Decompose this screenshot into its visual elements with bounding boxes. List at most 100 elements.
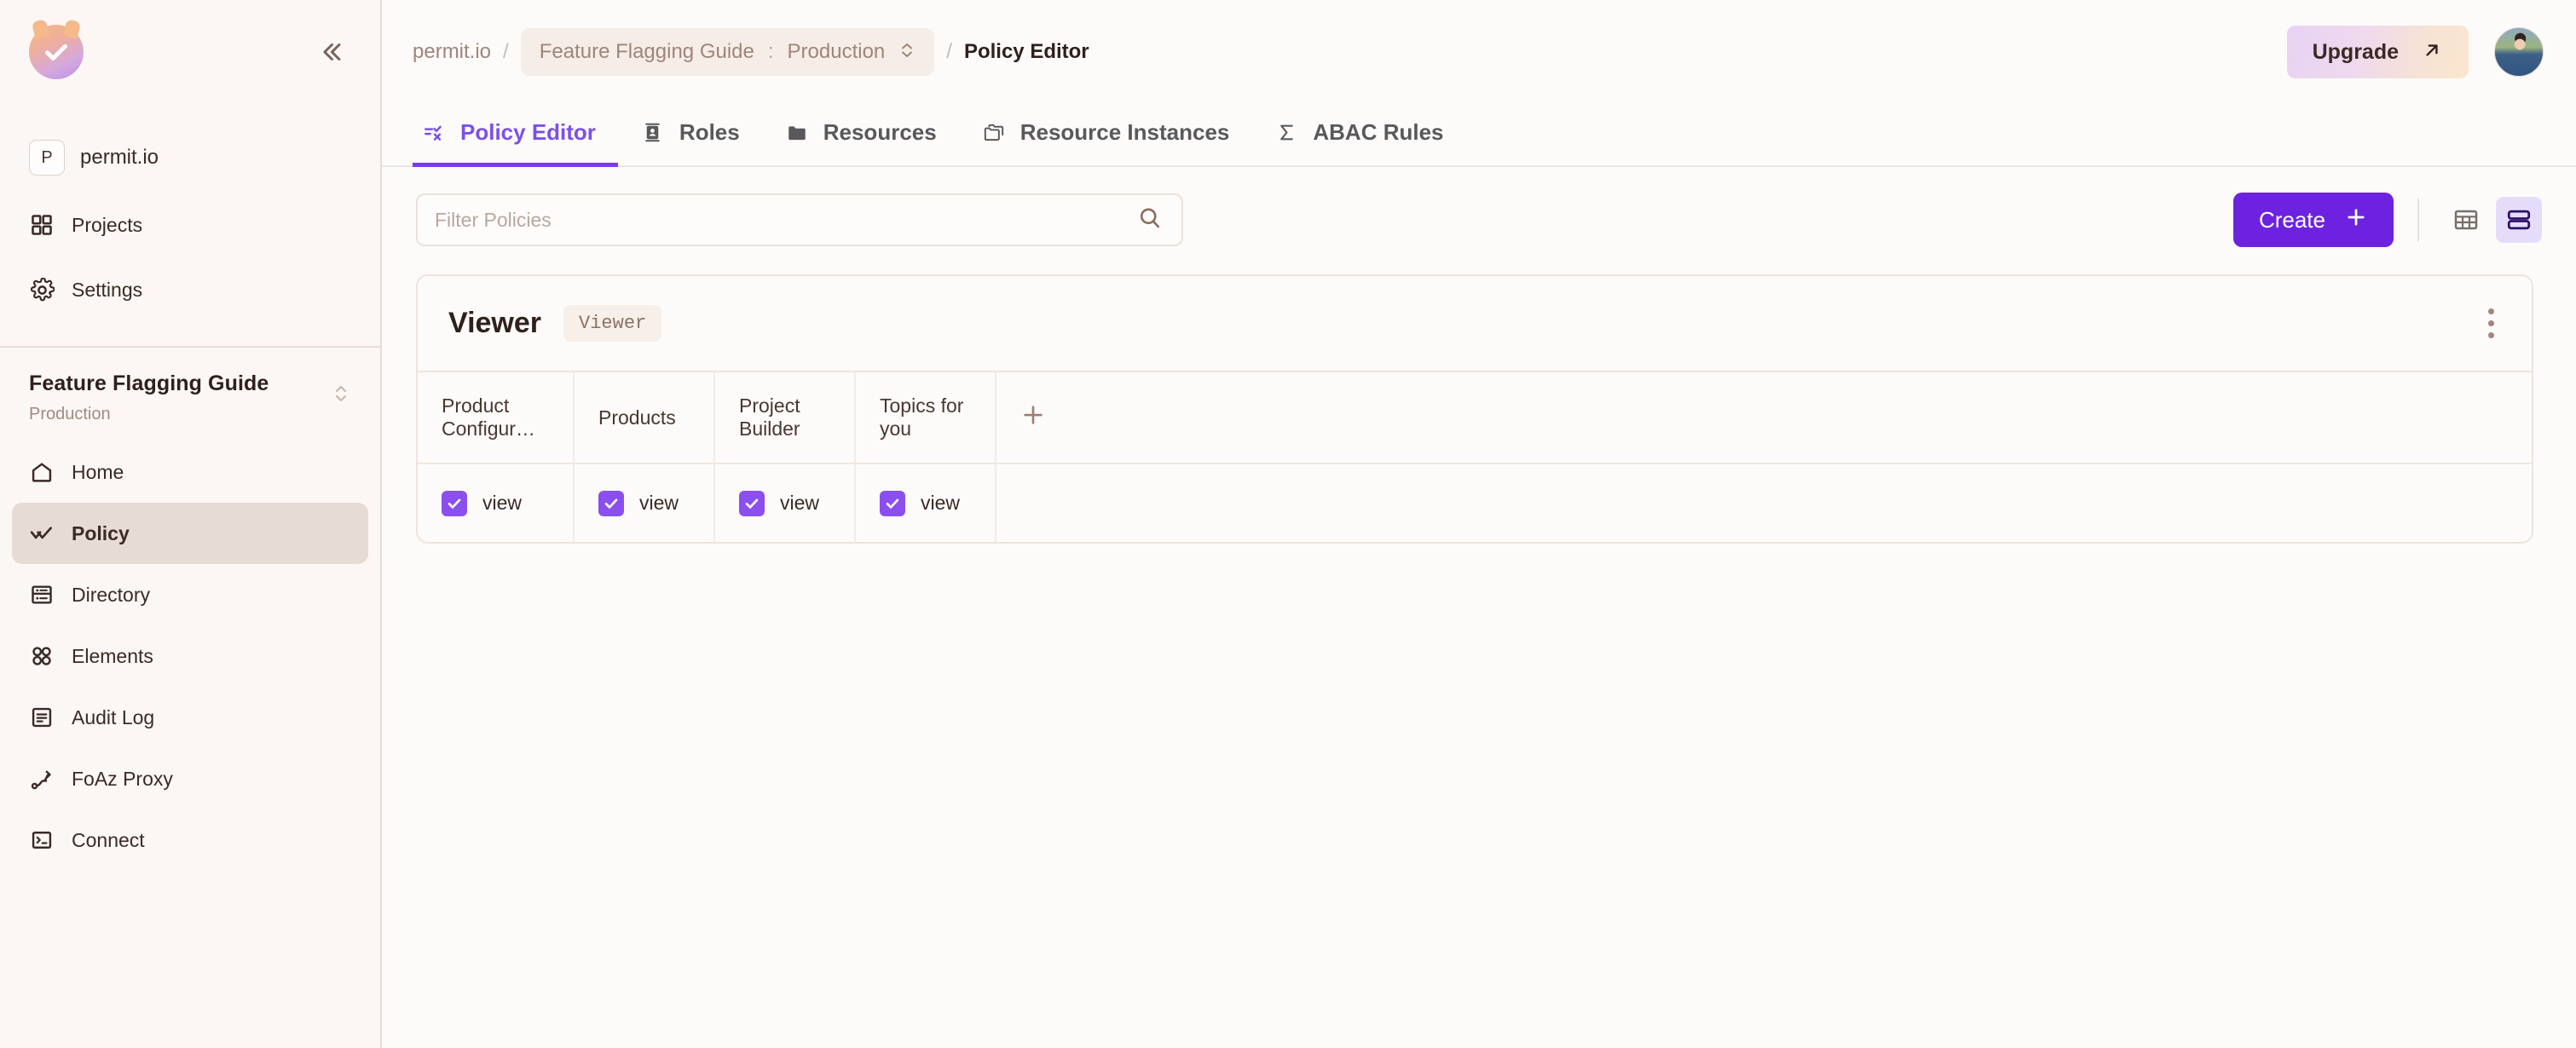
permission-cell: view — [714, 464, 855, 542]
app-root: P permit.io Projects Se — [0, 0, 2576, 1048]
logo-check-icon — [29, 25, 84, 79]
tab-abac-rules[interactable]: ABAC Rules — [1251, 104, 1465, 167]
roles-badge-icon — [640, 120, 666, 146]
sidebar-nav: Home Policy — [0, 441, 380, 871]
sidebar-item-elements[interactable]: Elements — [12, 625, 368, 687]
kebab-dot — [2488, 308, 2494, 314]
create-label: Create — [2259, 207, 2325, 233]
elements-icon — [29, 643, 55, 669]
permission-toggle[interactable]: view — [739, 491, 854, 516]
column-header[interactable]: Product Configur… — [418, 372, 574, 464]
sidebar-item-connect[interactable]: Connect — [12, 809, 368, 871]
column-header[interactable]: Project Builder — [714, 372, 855, 464]
org-initial: P — [41, 148, 52, 168]
permission-toggle[interactable]: view — [880, 491, 995, 516]
kebab-dot — [2488, 320, 2494, 326]
breadcrumb-env-switcher[interactable]: Feature Flagging Guide : Production — [521, 28, 935, 76]
checkbox-checked[interactable] — [598, 491, 624, 516]
sidebar-item-foaz-proxy[interactable]: FoAz Proxy — [12, 748, 368, 809]
plus-icon[interactable] — [1020, 403, 1046, 434]
permission-cell: view — [855, 464, 996, 542]
copy-folder-icon — [981, 120, 1007, 146]
policy-tabs: Policy Editor Roles — [382, 104, 2576, 167]
filter-policies-field[interactable] — [416, 193, 1183, 246]
policy-list: Viewer Viewer — [382, 247, 2576, 544]
sidebar-item-home[interactable]: Home — [12, 441, 368, 503]
permission-cell: view — [418, 464, 574, 542]
permission-label: view — [780, 492, 819, 515]
project-switcher[interactable]: Feature Flagging Guide Production — [0, 348, 380, 429]
upgrade-label: Upgrade — [2313, 40, 2399, 65]
table-view-icon[interactable] — [2443, 197, 2489, 243]
sidebar-item-projects[interactable]: Projects — [0, 193, 380, 257]
view-mode-toggle — [2443, 197, 2542, 243]
search-input[interactable] — [418, 195, 1181, 245]
sidebar-item-label: Connect — [72, 829, 145, 852]
audit-log-icon — [29, 705, 55, 730]
column-header[interactable]: Products — [574, 372, 714, 464]
tab-resources[interactable]: Resources — [762, 104, 959, 167]
create-button[interactable]: Create — [2233, 193, 2394, 247]
directory-icon — [29, 582, 55, 607]
avatar[interactable] — [2494, 27, 2544, 77]
checkbox-checked[interactable] — [880, 491, 905, 516]
sidebar-item-label: Home — [72, 461, 124, 484]
tab-label: Policy Editor — [460, 119, 596, 146]
breadcrumb-org[interactable]: permit.io — [413, 40, 491, 64]
main-content: permit.io / Feature Flagging Guide : Pro… — [382, 0, 2576, 1048]
chevron-up-down-icon — [898, 38, 915, 66]
org-initial-badge: P — [29, 140, 65, 176]
kebab-menu-icon[interactable] — [2475, 298, 2508, 348]
folder-icon — [784, 120, 810, 146]
sidebar-item-policy[interactable]: Policy — [12, 503, 368, 564]
breadcrumb-project: Feature Flagging Guide — [540, 40, 754, 64]
checkbox-checked[interactable] — [739, 491, 765, 516]
policy-card-header: Viewer Viewer — [418, 276, 2532, 372]
tab-label: Resources — [823, 119, 937, 146]
topbar: permit.io / Feature Flagging Guide : Pro… — [382, 0, 2576, 104]
project-environment: Production — [29, 405, 269, 424]
gear-icon — [29, 277, 55, 302]
tab-resource-instances[interactable]: Resource Instances — [959, 104, 1252, 167]
tab-label: ABAC Rules — [1313, 119, 1443, 146]
breadcrumb-colon: : — [768, 40, 774, 64]
table-header-row: Product Configur… Products Project Build… — [418, 372, 2532, 464]
sidebar-item-label: Projects — [72, 214, 142, 237]
add-column-header[interactable] — [996, 372, 1048, 464]
permission-toggle[interactable]: view — [598, 491, 713, 516]
table-head: Product Configur… Products Project Build… — [418, 372, 2532, 464]
search-icon[interactable] — [1137, 205, 1163, 235]
connect-terminal-icon — [29, 827, 55, 853]
list-view-icon[interactable] — [2496, 197, 2542, 243]
upgrade-button[interactable]: Upgrade — [2287, 26, 2469, 78]
checkbox-checked[interactable] — [442, 491, 467, 516]
policy-editor-icon — [421, 120, 447, 146]
home-icon — [29, 459, 55, 485]
tab-label: Resource Instances — [1020, 119, 1230, 146]
external-link-arrow-icon — [2421, 39, 2443, 65]
breadcrumb-environment: Production — [788, 40, 886, 64]
column-header[interactable]: Topics for you — [855, 372, 996, 464]
policy-card-viewer: Viewer Viewer — [416, 274, 2533, 544]
project-name: Feature Flagging Guide — [29, 371, 269, 396]
foaz-proxy-icon — [29, 766, 55, 792]
permission-label: view — [639, 492, 679, 515]
breadcrumb-separator: / — [503, 40, 509, 64]
policy-card-title-group: Viewer Viewer — [448, 305, 661, 342]
empty-cell — [996, 464, 2532, 542]
sidebar-item-directory[interactable]: Directory — [12, 564, 368, 625]
permission-label: view — [482, 492, 522, 515]
policy-permissions-table: Product Configur… Products Project Build… — [418, 372, 2532, 542]
table-body: view view — [418, 464, 2532, 542]
collapse-sidebar-button[interactable] — [314, 35, 348, 69]
org-name: permit.io — [80, 146, 159, 170]
permit-logo[interactable] — [29, 25, 84, 79]
tab-policy-editor[interactable]: Policy Editor — [413, 104, 618, 167]
sidebar-item-label: Audit Log — [72, 706, 154, 729]
chevron-up-down-icon[interactable] — [331, 380, 351, 412]
sidebar-item-audit-log[interactable]: Audit Log — [12, 687, 368, 748]
permission-toggle[interactable]: view — [442, 491, 573, 516]
sidebar-item-settings[interactable]: Settings — [0, 257, 380, 322]
tab-roles[interactable]: Roles — [618, 104, 762, 167]
org-switcher[interactable]: P permit.io — [0, 123, 380, 193]
